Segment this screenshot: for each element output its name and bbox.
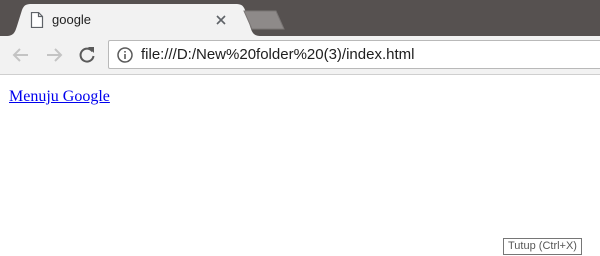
reload-icon[interactable] <box>77 45 97 65</box>
address-bar[interactable]: file:///D:/New%20folder%20(3)/index.html <box>108 40 600 69</box>
new-tab-icon[interactable] <box>242 10 286 30</box>
browser-tab[interactable]: google <box>6 4 261 36</box>
tab-strip: google <box>0 0 600 36</box>
close-icon[interactable] <box>214 13 228 27</box>
page-icon <box>30 12 44 28</box>
url-text[interactable]: file:///D:/New%20folder%20(3)/index.html <box>141 46 414 64</box>
google-link[interactable]: Menuju Google <box>9 88 110 106</box>
info-icon[interactable] <box>117 47 133 63</box>
tooltip: Tutup (Ctrl+X) <box>503 238 582 255</box>
back-arrow-icon[interactable] <box>11 45 31 65</box>
page-content: Menuju Google <box>0 75 600 256</box>
forward-arrow-icon[interactable] <box>44 45 64 65</box>
toolbar: file:///D:/New%20folder%20(3)/index.html <box>0 36 600 75</box>
tab-title: google <box>52 12 92 27</box>
